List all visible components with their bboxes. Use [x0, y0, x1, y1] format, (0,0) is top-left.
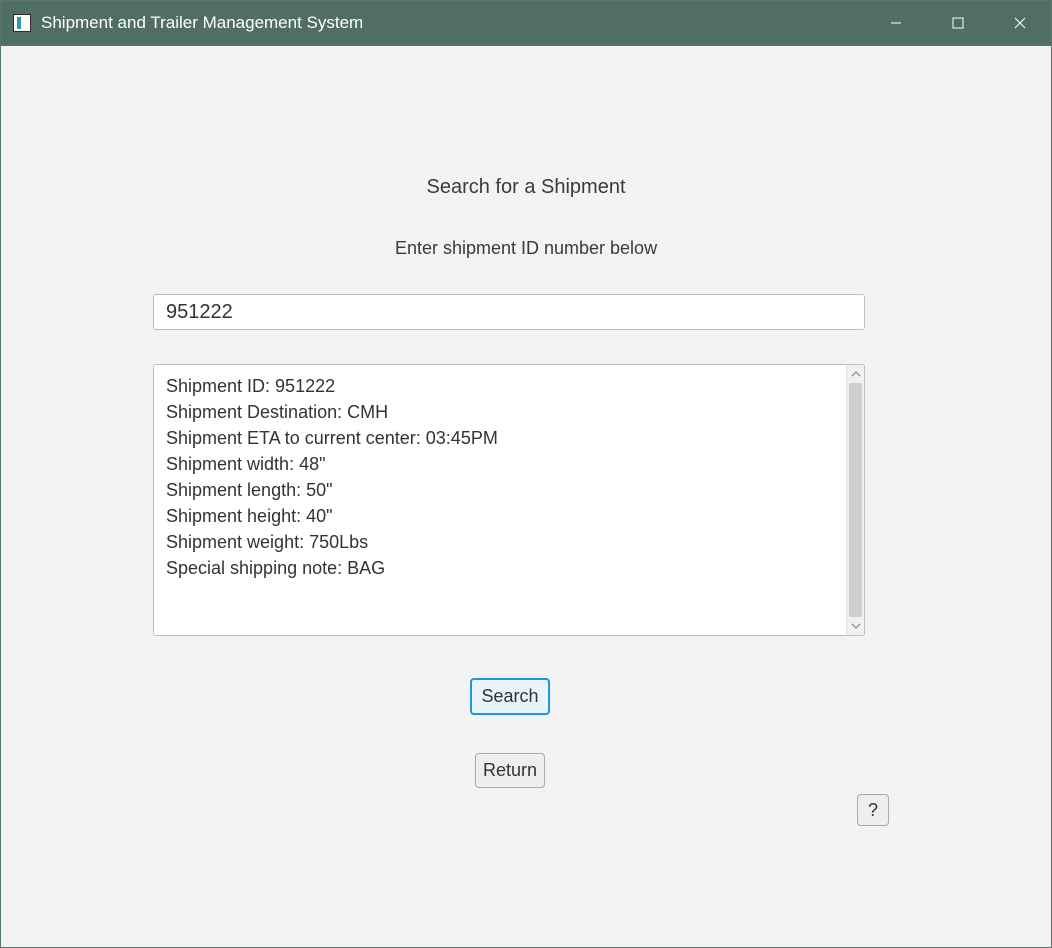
help-button[interactable]: ? — [857, 794, 889, 826]
close-icon — [1014, 17, 1026, 29]
maximize-button[interactable] — [927, 1, 989, 45]
close-button[interactable] — [989, 1, 1051, 45]
title-bar[interactable]: Shipment and Trailer Management System — [1, 1, 1051, 45]
app-window: Shipment and Trailer Management System S… — [0, 0, 1052, 948]
maximize-icon — [952, 17, 964, 29]
app-icon — [13, 14, 31, 32]
minimize-icon — [890, 17, 902, 29]
window-title: Shipment and Trailer Management System — [41, 13, 363, 33]
search-button[interactable]: Search — [470, 678, 550, 715]
minimize-button[interactable] — [865, 1, 927, 45]
results-scrollbar[interactable] — [846, 365, 864, 635]
results-textarea[interactable] — [154, 365, 846, 635]
return-button[interactable]: Return — [475, 753, 545, 788]
scroll-down-icon[interactable] — [847, 617, 864, 635]
scroll-up-icon[interactable] — [847, 365, 864, 383]
page-heading: Search for a Shipment — [1, 176, 1051, 199]
results-panel — [153, 364, 865, 636]
scroll-thumb[interactable] — [849, 383, 862, 617]
page-prompt: Enter shipment ID number below — [1, 238, 1051, 259]
shipment-id-input[interactable] — [153, 294, 865, 330]
client-area: Search for a Shipment Enter shipment ID … — [1, 45, 1051, 947]
